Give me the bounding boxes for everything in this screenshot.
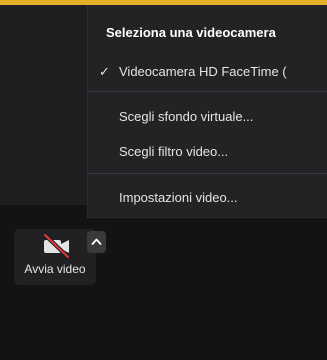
menu-item-video-filter[interactable]: Scegli filtro video... — [88, 139, 327, 165]
camera-menu: Seleziona una videocamera ✓ Videocamera … — [87, 5, 327, 218]
video-camera-off-icon[interactable] — [41, 232, 72, 260]
video-options-button[interactable] — [87, 231, 106, 253]
menu-item-facetime-camera[interactable]: ✓ Videocamera HD FaceTime ( — [88, 59, 327, 85]
start-video-label: Avvia video — [24, 262, 86, 276]
menu-item-label: Scegli sfondo virtuale... — [119, 109, 254, 124]
menu-item-label: Videocamera HD FaceTime ( — [119, 64, 287, 79]
camera-menu-heading: Seleziona una videocamera — [106, 25, 276, 40]
menu-divider — [88, 173, 327, 174]
menu-item-label: Scegli filtro video... — [119, 144, 229, 159]
menu-item-virtual-background[interactable]: Scegli sfondo virtuale... — [88, 104, 327, 130]
menu-divider — [88, 91, 327, 92]
menu-item-video-settings[interactable]: Impostazioni video... — [88, 185, 327, 211]
chevron-up-icon — [91, 238, 102, 245]
checkmark-icon: ✓ — [99, 64, 110, 79]
menu-item-label: Impostazioni video... — [119, 190, 238, 205]
